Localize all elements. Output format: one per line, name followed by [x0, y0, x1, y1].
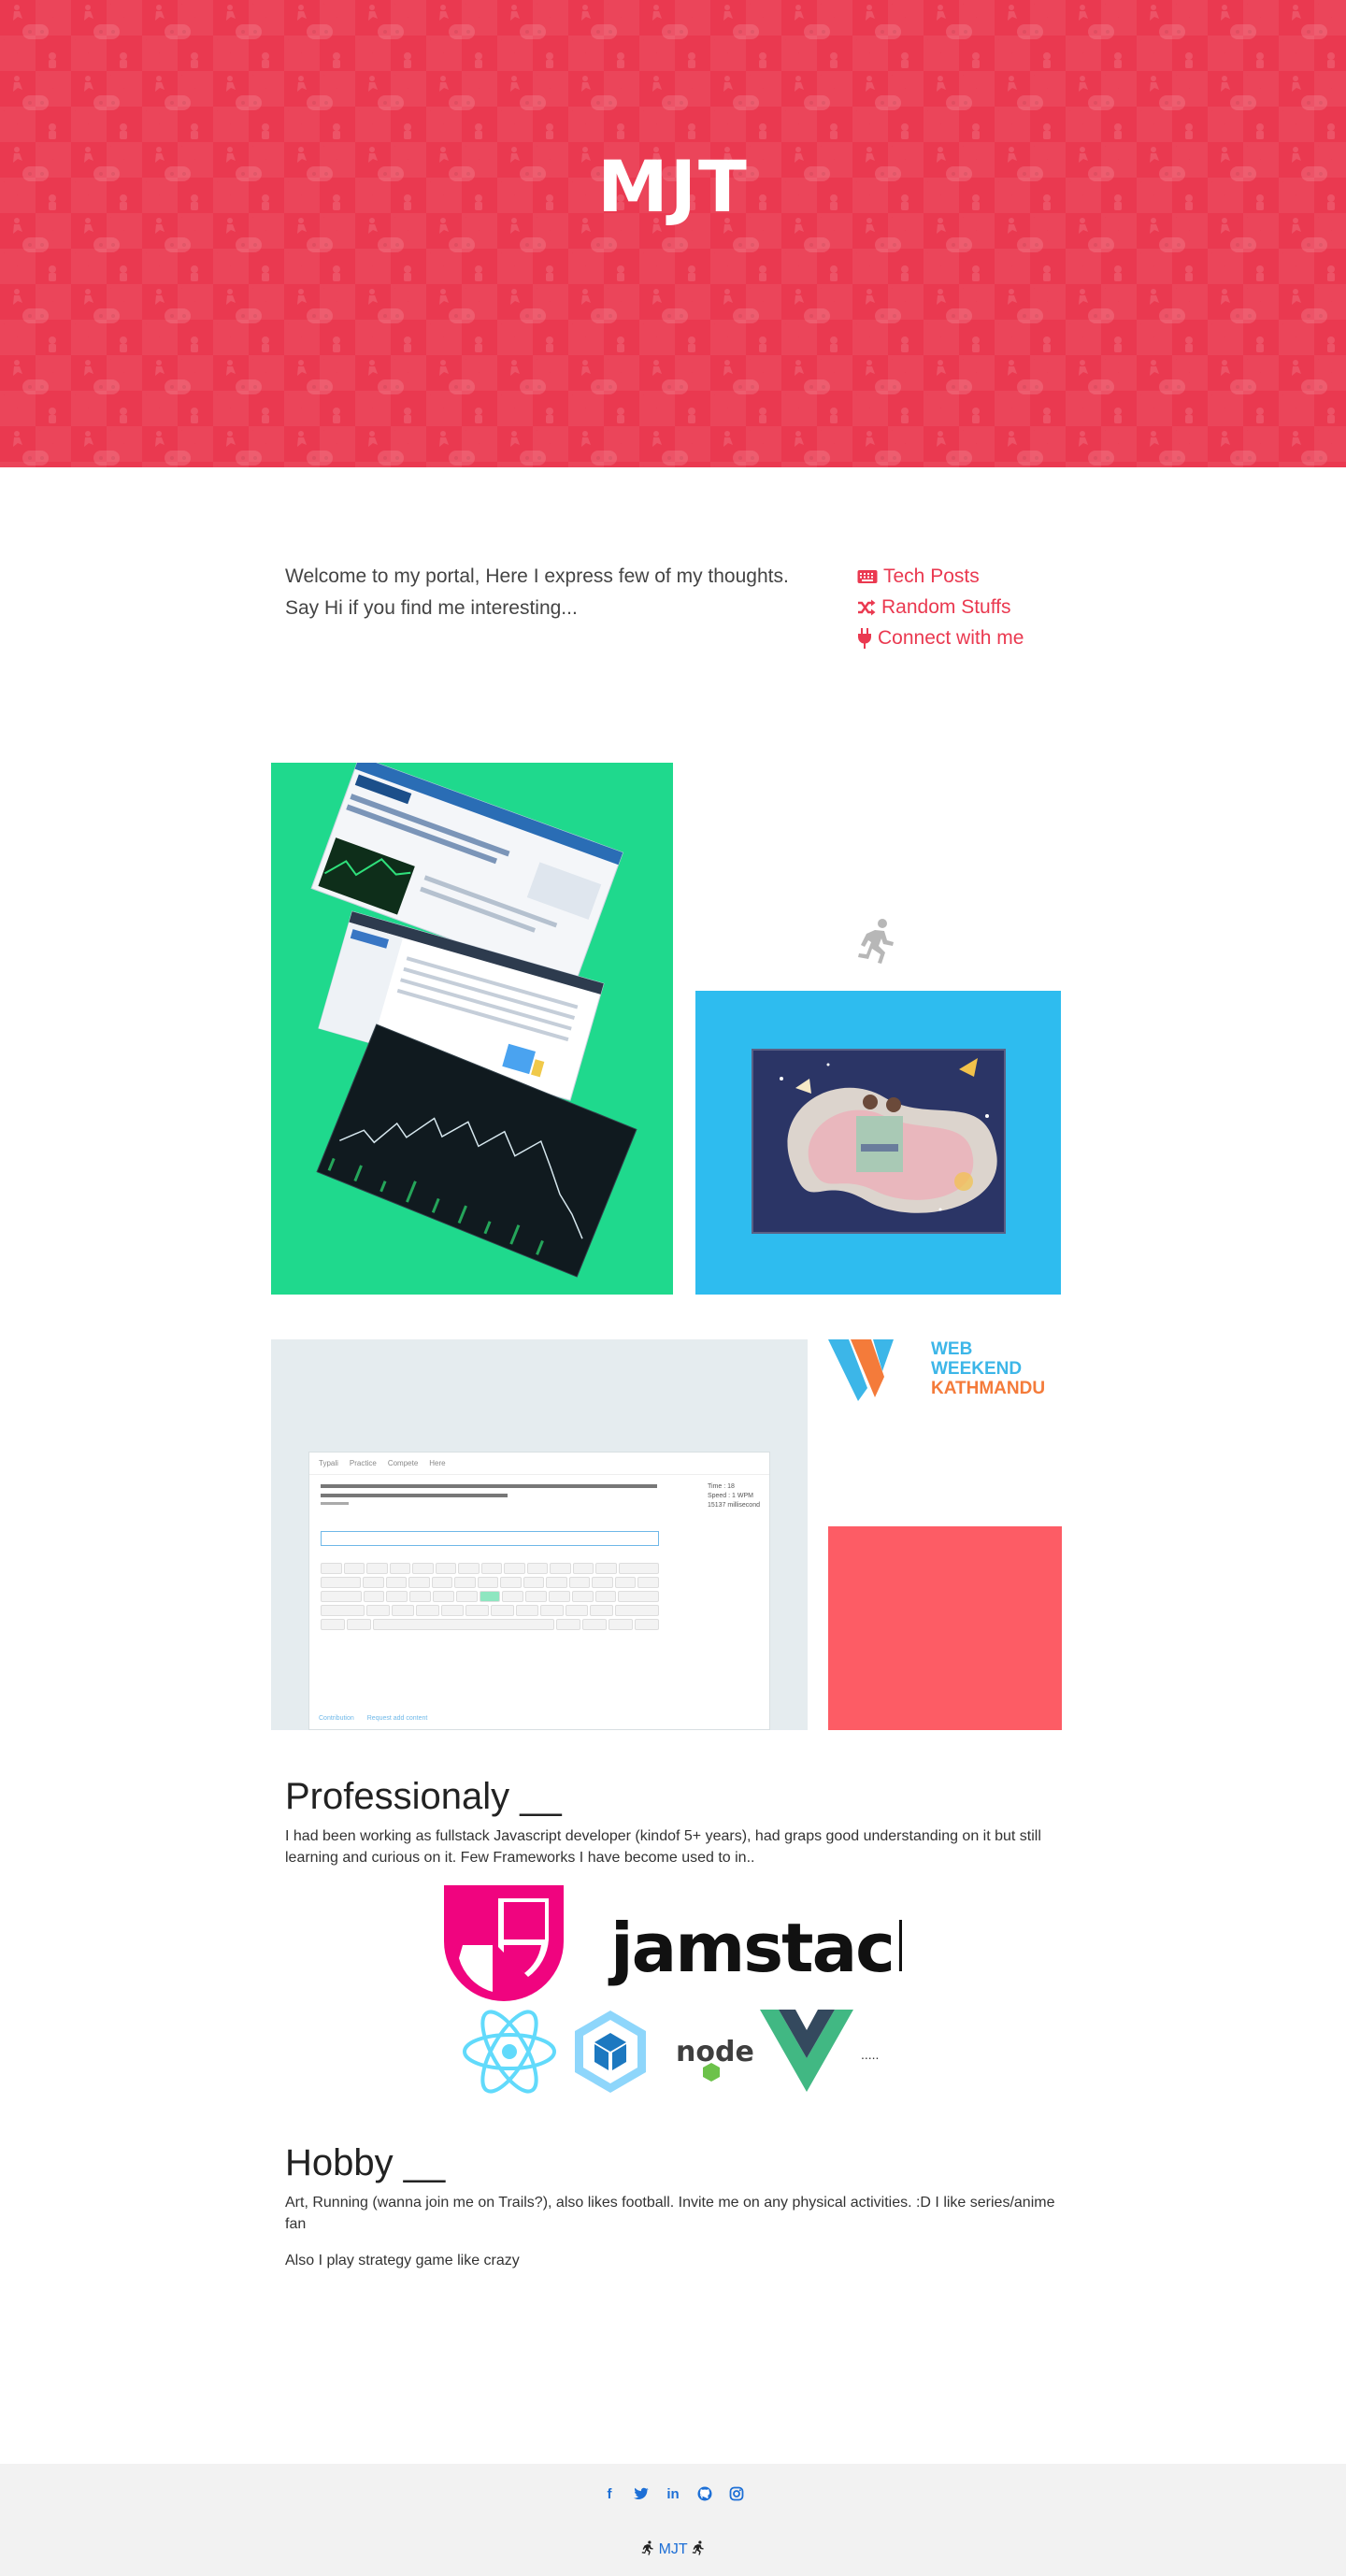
connect-link[interactable]: Connect with me [857, 623, 1024, 653]
professional-text: I had been working as fullstack Javascri… [285, 1828, 1041, 1866]
nodejs-icon: node [676, 2036, 754, 2082]
hobby-section: Hobby __ Art, Running (wanna join me on … [0, 2123, 1346, 2464]
vue-icon [760, 2010, 853, 2092]
random-stuffs-link[interactable]: Random Stuffs [857, 592, 1024, 623]
instagram-icon[interactable] [727, 2484, 746, 2503]
typing-app-tile[interactable]: Typali Practice Compete Here Time : 18 S… [271, 1339, 808, 1730]
footer: f in MJT [0, 2464, 1346, 2576]
typing-footer: Contribution Request add content [319, 1715, 427, 1722]
typing-footer-link: Contribution [319, 1715, 354, 1722]
footer-brand-link[interactable]: MJT [659, 2541, 688, 2557]
typing-nav-item: Here [429, 1459, 446, 1467]
hobby-heading: Hobby __ [285, 2142, 446, 2183]
hobby-text-1: Art, Running (wanna join me on Trails?),… [285, 2195, 1055, 2232]
typing-sample-text [321, 1482, 676, 1510]
typing-nav-item: Compete [387, 1459, 419, 1467]
connect-label: Connect with me [878, 626, 1024, 649]
ww-line-3: KATHMANDU [931, 1379, 1046, 1398]
hero-pattern [0, 0, 1346, 467]
ww-line-2: WEEKEND [931, 1359, 1023, 1379]
typing-app-screenshot: Typali Practice Compete Here Time : 18 S… [308, 1452, 770, 1730]
webpack-icon [575, 2011, 646, 2093]
coral-tile[interactable] [828, 1526, 1062, 1730]
tech-posts-link[interactable]: Tech Posts [857, 561, 1024, 592]
typing-stats: Time : 18 Speed : 1 WPM 15137 millisecon… [708, 1482, 760, 1510]
professional-section: Professionaly __ I had been working as f… [0, 1730, 1346, 2123]
professional-heading: Professionaly __ [285, 1776, 562, 1817]
tech-posts-label: Tech Posts [883, 565, 980, 587]
typing-stat-time: Time : 18 [707, 1483, 735, 1490]
typing-app-nav: Typali Practice Compete Here [309, 1453, 769, 1475]
github-icon[interactable] [695, 2484, 714, 2503]
ww-line-1: WEB [931, 1339, 973, 1359]
gallery: Typali Practice Compete Here Time : 18 S… [0, 763, 1346, 1730]
projects-collage-tile[interactable] [271, 763, 673, 1295]
welcome-text: Welcome to my portal, Here I express few… [285, 561, 827, 624]
svg-text:node: node [676, 2036, 754, 2068]
projects-collage-image [310, 763, 637, 1278]
keyboard-icon [857, 569, 878, 583]
plug-icon [858, 627, 871, 649]
running-icon [858, 919, 894, 964]
social-links: f in [0, 2484, 1346, 2503]
space-painting-image [752, 1049, 1006, 1234]
facebook-icon[interactable]: f [600, 2484, 619, 2503]
intro-section: Welcome to my portal, Here I express few… [0, 467, 1346, 763]
typing-nav-item: Typali [319, 1459, 338, 1467]
react-icon [463, 2010, 556, 2094]
typing-stat-speed: Speed : 1 WPM [707, 1493, 753, 1499]
typing-input-field [321, 1531, 659, 1546]
footer-credit: MJT [0, 2540, 1346, 2558]
hero-banner: MJT [0, 0, 1346, 467]
more-frameworks-ellipsis: ..... [861, 2047, 879, 2062]
site-title: MJT [597, 145, 749, 228]
jamstack-logo: jamstack [444, 1885, 942, 2001]
running-icon [641, 2540, 653, 2555]
hobby-text-2: Also I play strategy game like crazy [285, 2253, 520, 2268]
jamstack-label: jamstack [608, 1909, 902, 1987]
web-weekend-mark [828, 1339, 894, 1401]
tech-logos: jamstack node ..... [444, 1883, 942, 2098]
typing-footer-link: Request add content [366, 1715, 428, 1722]
intro-nav: Tech Posts Random Stuffs Connect with me [857, 561, 1024, 653]
twitter-icon[interactable] [632, 2484, 651, 2503]
web-weekend-logo[interactable]: WEB WEEKEND KATHMANDU [828, 1339, 1062, 1401]
typing-nav-item: Practice [349, 1459, 377, 1467]
welcome-line-2: Say Hi if you find me interesting... [285, 597, 578, 619]
typing-stat-ms: 15137 millisecond [707, 1502, 760, 1509]
typing-keyboard [321, 1563, 660, 1633]
running-icon [692, 2540, 704, 2555]
shuffle-icon [858, 599, 876, 615]
random-stuffs-label: Random Stuffs [881, 595, 1011, 618]
web-weekend-text: WEB WEEKEND KATHMANDU [931, 1339, 1045, 1398]
welcome-line-1: Welcome to my portal, Here I express few… [285, 565, 789, 587]
art-painting-tile[interactable] [695, 991, 1061, 1295]
linkedin-icon[interactable]: in [664, 2484, 682, 2503]
